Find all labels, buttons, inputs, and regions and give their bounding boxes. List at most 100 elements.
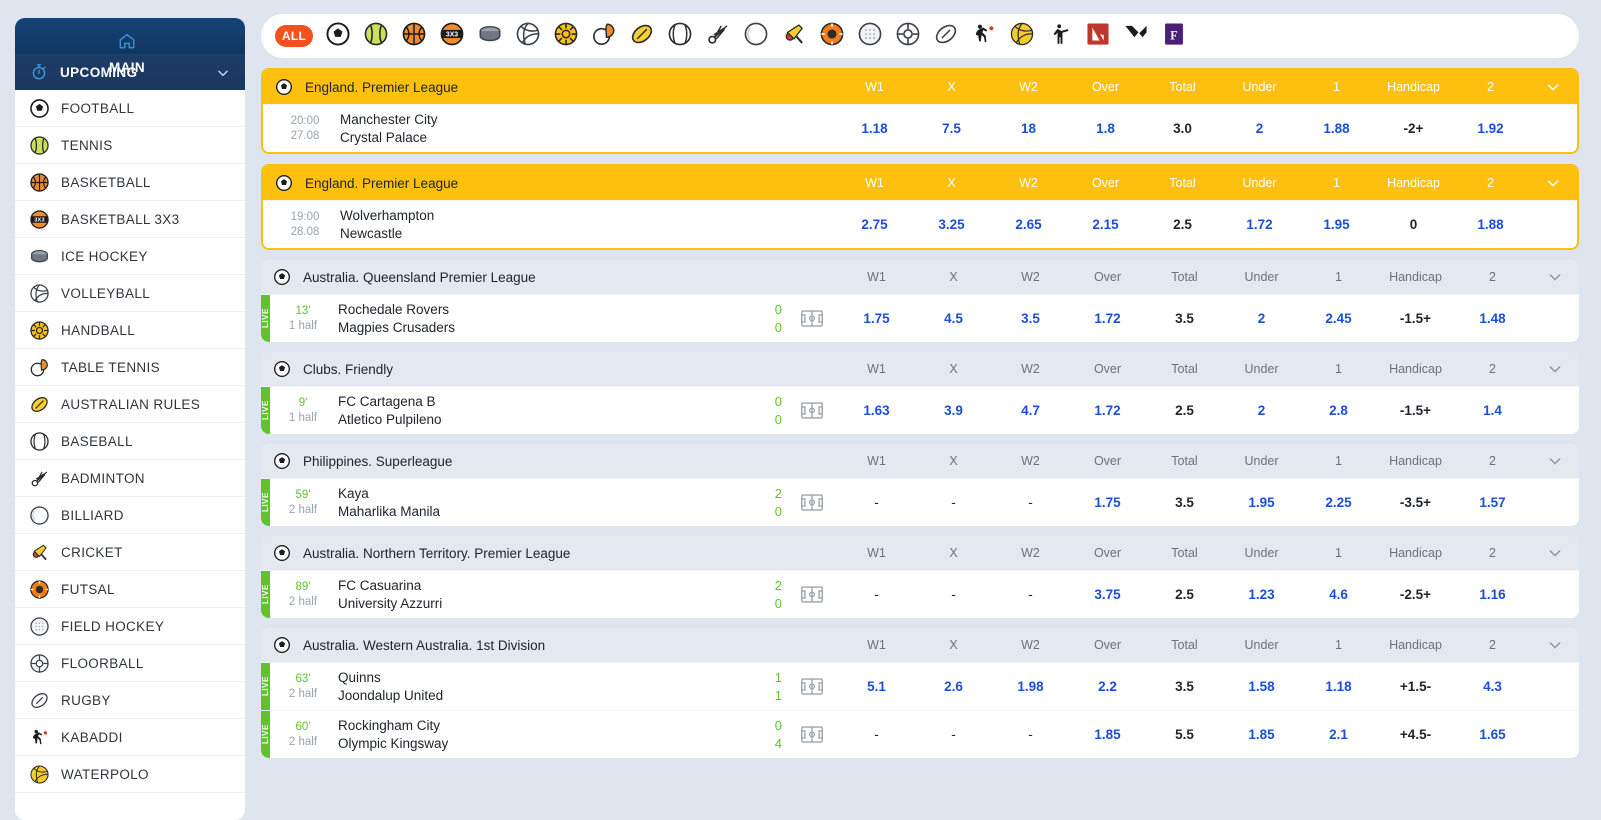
sport-filter-ice-hockey[interactable]	[471, 17, 509, 55]
odd-cell[interactable]: -3.5+	[1377, 495, 1454, 510]
pitch-view-icon[interactable]	[786, 387, 838, 434]
odd-cell[interactable]: 1.98	[992, 679, 1069, 694]
odd-cell[interactable]: 2.25	[1300, 495, 1377, 510]
sidebar-item-kabaddi[interactable]: KABADDI	[15, 719, 245, 756]
odd-cell[interactable]: 1.16	[1454, 587, 1531, 602]
pitch-view-icon[interactable]	[786, 711, 838, 758]
league-header[interactable]: England. Premier League W1 X W2 Over Total Und…	[263, 70, 1577, 104]
sidebar-item-cricket[interactable]: CRICKET	[15, 534, 245, 571]
odd-cell[interactable]: 0	[1375, 217, 1452, 232]
odd-cell[interactable]: -	[838, 495, 915, 510]
odd-cell[interactable]: -1.5+	[1377, 403, 1454, 418]
match-row[interactable]: LIVE 13' 1 half Rochedale Rovers Magpies Cru…	[261, 294, 1579, 342]
odd-cell[interactable]: 1.75	[838, 311, 915, 326]
pitch-view-icon[interactable]	[786, 479, 838, 526]
odd-cell[interactable]: 2.45	[1300, 311, 1377, 326]
odd-cell[interactable]: 5.1	[838, 679, 915, 694]
sport-filter-futsal[interactable]	[813, 17, 851, 55]
match-row[interactable]: LIVE 9' 1 half FC Cartagena B Atletico Pulpi…	[261, 386, 1579, 434]
sport-filter-table-tennis[interactable]	[585, 17, 623, 55]
odd-cell[interactable]: 1.18	[1300, 679, 1377, 694]
sport-filter-australian-rules[interactable]	[623, 17, 661, 55]
odd-cell[interactable]: 2.75	[836, 217, 913, 232]
sport-filter-fifa[interactable]: F	[1155, 17, 1193, 55]
odd-cell[interactable]: 1.65	[1454, 727, 1531, 742]
odd-cell[interactable]: 3.25	[913, 217, 990, 232]
match-row[interactable]: 19:00 28.08 Wolverhampton Newcastle 2.75 3.25…	[263, 200, 1577, 248]
odd-cell[interactable]: 3.9	[915, 403, 992, 418]
sport-filter-field-hockey[interactable]	[851, 17, 889, 55]
odd-cell[interactable]: 1.75	[1069, 495, 1146, 510]
odd-cell[interactable]: 1.8	[1067, 121, 1144, 136]
league-header[interactable]: Australia. Queensland Premier League W1 X W…	[261, 260, 1579, 294]
sidebar-item-handball[interactable]: HANDBALL	[15, 312, 245, 349]
odd-cell[interactable]: 2.5	[1146, 403, 1223, 418]
pitch-view-icon[interactable]	[784, 105, 836, 152]
odd-cell[interactable]: 2.6	[915, 679, 992, 694]
league-header[interactable]: Clubs. Friendly W1 X W2 Over Total Under 1 Handi…	[261, 352, 1579, 386]
sport-filter-kabaddi[interactable]	[965, 17, 1003, 55]
sidebar-item-main[interactable]: MAIN	[15, 18, 245, 75]
odd-cell[interactable]: 1.72	[1069, 403, 1146, 418]
sport-filter-billiard[interactable]	[737, 17, 775, 55]
odd-cell[interactable]: +1.5-	[1377, 679, 1454, 694]
pitch-view-icon[interactable]	[786, 663, 838, 710]
odd-cell[interactable]: 1.48	[1454, 311, 1531, 326]
sidebar-item-billiard[interactable]: BILLIARD	[15, 497, 245, 534]
odd-cell[interactable]: 2.15	[1067, 217, 1144, 232]
odd-cell[interactable]: -	[838, 727, 915, 742]
odd-cell[interactable]: 1.85	[1223, 727, 1300, 742]
odd-cell[interactable]: -	[915, 495, 992, 510]
sport-filter-handball[interactable]	[547, 17, 585, 55]
sport-filter-football[interactable]	[319, 17, 357, 55]
league-collapse-chevron-down-icon[interactable]	[1531, 637, 1579, 653]
odd-cell[interactable]: 1.58	[1223, 679, 1300, 694]
sidebar-item-football[interactable]: FOOTBALL	[15, 90, 245, 127]
odd-cell[interactable]: 3.5	[992, 311, 1069, 326]
sport-filter-baseball[interactable]	[661, 17, 699, 55]
pitch-view-icon[interactable]	[786, 295, 838, 342]
league-collapse-chevron-down-icon[interactable]	[1531, 545, 1579, 561]
odd-cell[interactable]: 4.6	[1300, 587, 1377, 602]
sport-filter-counter-strike[interactable]	[1041, 17, 1079, 55]
league-header[interactable]: Australia. Northern Territory. Premier L…	[261, 536, 1579, 570]
odd-cell[interactable]: 2.5	[1144, 217, 1221, 232]
odd-cell[interactable]: -	[992, 495, 1069, 510]
sidebar-item-upcoming[interactable]: UPCOMING	[15, 54, 245, 90]
sidebar-item-rugby[interactable]: RUGBY	[15, 682, 245, 719]
sidebar-item-baseball[interactable]: BASEBALL	[15, 423, 245, 460]
odd-cell[interactable]: 3.5	[1146, 679, 1223, 694]
match-row[interactable]: LIVE 63' 2 half Quinns Joondalup United 1 1 5.1…	[261, 662, 1579, 710]
league-collapse-chevron-down-icon[interactable]	[1529, 175, 1577, 191]
odd-cell[interactable]: 2.2	[1069, 679, 1146, 694]
odd-cell[interactable]: 2.8	[1300, 403, 1377, 418]
sport-filter-badminton[interactable]	[699, 17, 737, 55]
league-collapse-chevron-down-icon[interactable]	[1531, 269, 1579, 285]
odd-cell[interactable]: -2+	[1375, 121, 1452, 136]
sport-filter-floorball[interactable]	[889, 17, 927, 55]
odd-cell[interactable]: 4.7	[992, 403, 1069, 418]
sidebar-item-waterpolo[interactable]: WATERPOLO	[15, 756, 245, 793]
chevron-down-icon[interactable]	[216, 66, 230, 83]
sidebar-item-tennis[interactable]: TENNIS	[15, 127, 245, 164]
odd-cell[interactable]: 1.23	[1223, 587, 1300, 602]
odd-cell[interactable]: 2.65	[990, 217, 1067, 232]
sidebar-item-ice-hockey[interactable]: ICE HOCKEY	[15, 238, 245, 275]
match-row[interactable]: LIVE 59' 2 half Kaya Maharlika Manila 2 0- - -1.…	[261, 478, 1579, 526]
odd-cell[interactable]: 1.57	[1454, 495, 1531, 510]
league-header[interactable]: Australia. Western Australia. 1st Divisi…	[261, 628, 1579, 662]
odd-cell[interactable]: 5.5	[1146, 727, 1223, 742]
odd-cell[interactable]: 2.1	[1300, 727, 1377, 742]
sport-filter-tennis[interactable]	[357, 17, 395, 55]
odd-cell[interactable]: 1.95	[1223, 495, 1300, 510]
odd-cell[interactable]: 2	[1223, 311, 1300, 326]
odd-cell[interactable]: 1.63	[838, 403, 915, 418]
sport-filter-cricket[interactable]	[775, 17, 813, 55]
sidebar-item-field-hockey[interactable]: FIELD HOCKEY	[15, 608, 245, 645]
odd-cell[interactable]: -	[992, 727, 1069, 742]
odd-cell[interactable]: 1.92	[1452, 121, 1529, 136]
match-row[interactable]: 20:00 27.08 Manchester City Crystal Palace 1…	[263, 104, 1577, 152]
sport-filter-valorant[interactable]	[1117, 17, 1155, 55]
odd-cell[interactable]: -	[915, 587, 992, 602]
odd-cell[interactable]: 3.75	[1069, 587, 1146, 602]
